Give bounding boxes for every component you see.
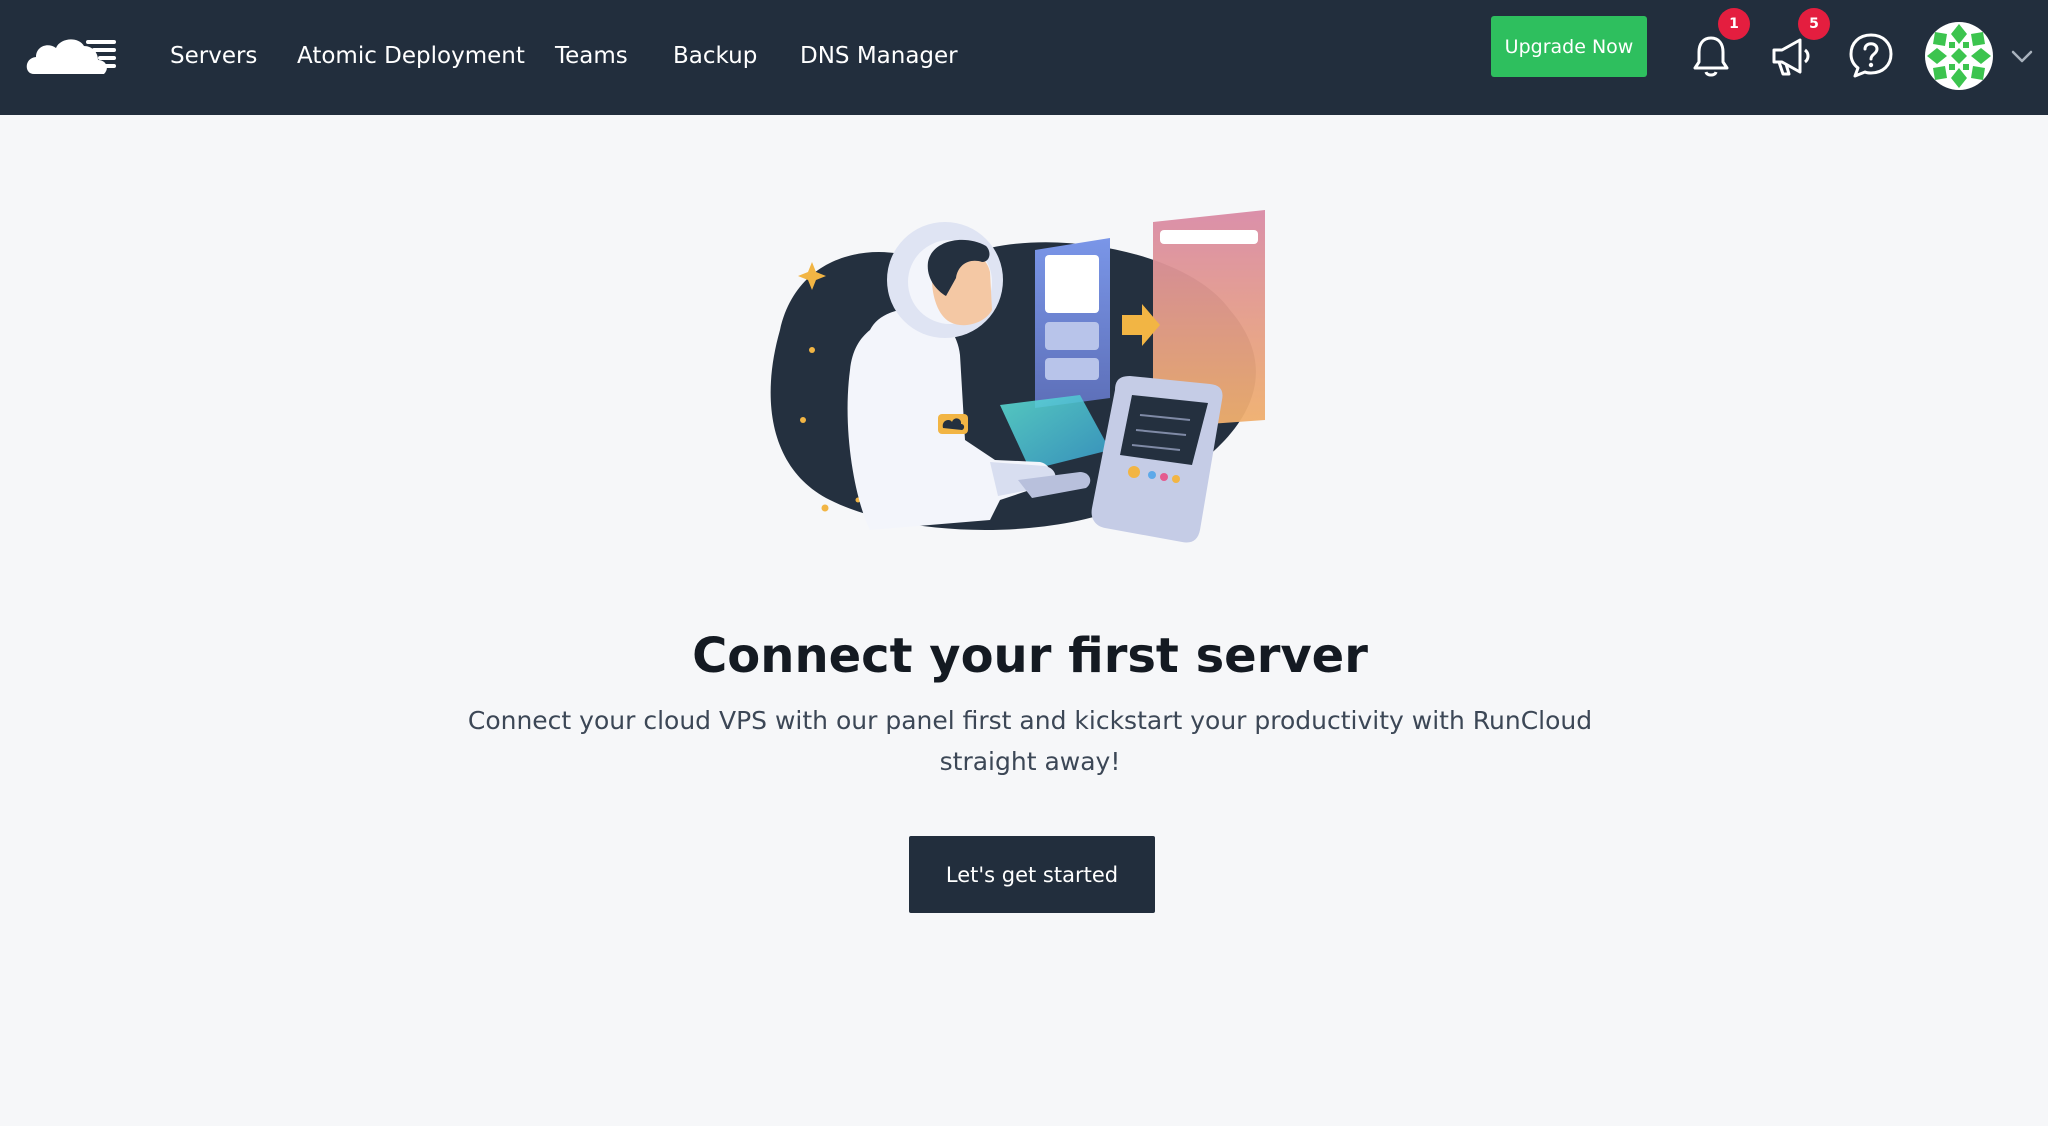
page-description: Connect your cloud VPS with our panel fi…	[467, 706, 1593, 776]
page-title: Connect your first server	[692, 628, 1368, 684]
notifications-badge: 1	[1718, 8, 1750, 40]
nav-dns-manager[interactable]: DNS Manager	[800, 40, 958, 72]
nav-backup[interactable]: Backup	[673, 40, 757, 72]
nav-servers[interactable]: Servers	[170, 40, 257, 72]
upgrade-now-button[interactable]: Upgrade Now	[1491, 16, 1647, 77]
help-button[interactable]	[1846, 30, 1896, 80]
announcements-badge: 5	[1798, 8, 1830, 40]
runcloud-logo-icon[interactable]	[26, 32, 118, 78]
chevron-down-icon[interactable]	[2010, 46, 2034, 66]
astronaut-illustration	[770, 210, 1265, 543]
top-navbar: Servers Atomic Deployment Teams Backup D…	[0, 0, 2048, 115]
help-icon	[1849, 33, 1893, 78]
avatar-pattern-icon	[1925, 22, 1993, 90]
nav-teams[interactable]: Teams	[555, 40, 628, 72]
nav-atomic-deployment[interactable]: Atomic Deployment	[297, 40, 525, 72]
user-avatar[interactable]	[1925, 22, 1993, 90]
get-started-button[interactable]: Let's get started	[909, 836, 1155, 913]
